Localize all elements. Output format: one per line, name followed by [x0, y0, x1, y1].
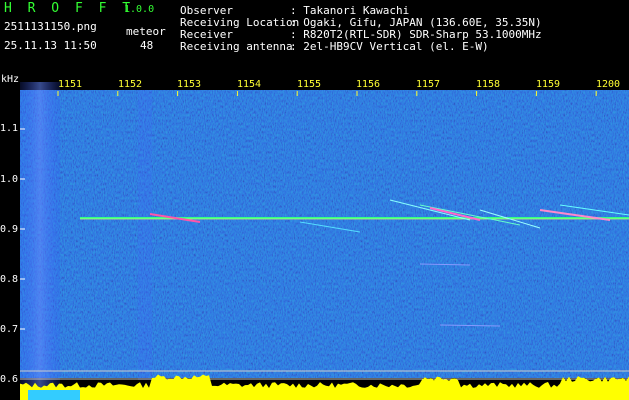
y-tick-label: 0.8 — [0, 274, 19, 285]
date-time: 25.11.13 11:50 — [4, 39, 97, 52]
header-panel: H R O F F T 1.0.0 2511131150.png meteor … — [0, 0, 629, 70]
info-value-antenna: : 2el-HB9CV Vertical (el. E-W) — [290, 40, 489, 53]
app-version: 1.0.0 — [124, 4, 155, 15]
y-tick-label: 0.6 — [0, 374, 19, 385]
x-tick-label: 1151 — [58, 79, 83, 90]
x-tick-label: 1200 — [596, 79, 621, 90]
x-tick-label: 1155 — [297, 79, 322, 90]
power-level-bar — [20, 374, 629, 400]
noise-band-left — [20, 82, 60, 400]
hrofft-window: H R O F F T 1.0.0 2511131150.png meteor … — [0, 0, 629, 400]
spectrogram-plot — [20, 82, 629, 400]
overload-marker — [28, 390, 80, 400]
meteor-label: meteor — [126, 25, 166, 38]
x-tick-label: 1156 — [356, 79, 381, 90]
noise-band-1152 — [138, 90, 152, 380]
info-key-antenna: Receiving antenna — [180, 40, 293, 53]
x-tick-label: 1157 — [416, 79, 441, 90]
x-tick-label: 1154 — [237, 79, 262, 90]
meteor-count: 48 — [140, 39, 154, 52]
app-title: H R O F F T — [4, 1, 135, 16]
y-tick-label: 1.1 — [0, 123, 19, 134]
x-tick-label: 1159 — [536, 79, 561, 90]
spectrogram-noise — [20, 90, 629, 378]
y-tick-label: 0.7 — [0, 324, 19, 335]
y-tick-label: 1.0 — [0, 174, 19, 185]
x-tick-label: 1158 — [476, 79, 501, 90]
file-name: 2511131150.png — [4, 20, 97, 33]
y-tick-label: 0.9 — [0, 224, 19, 235]
x-tick-label: 1152 — [118, 79, 143, 90]
x-tick-label: 1153 — [177, 79, 202, 90]
